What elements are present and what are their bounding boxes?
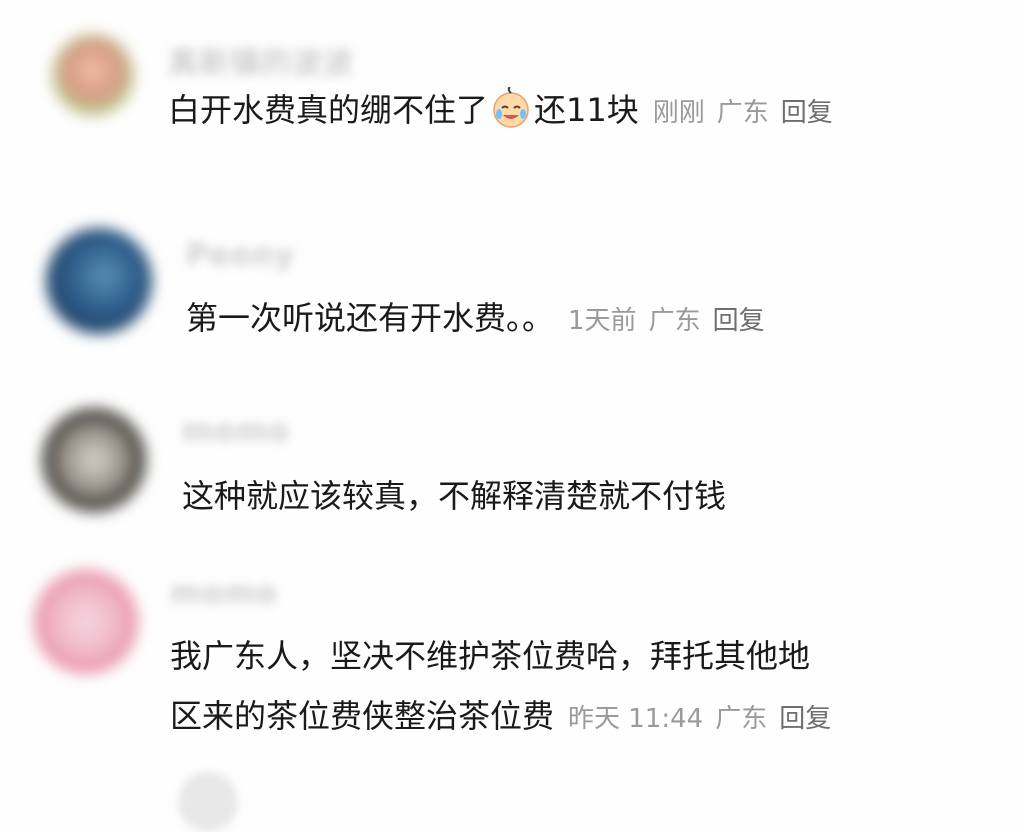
reply-button[interactable]: 回复 bbox=[781, 98, 833, 128]
comment-time: 1天前 bbox=[568, 306, 637, 336]
comment-location: 广东 bbox=[716, 98, 769, 128]
avatar[interactable] bbox=[52, 34, 134, 116]
comment-text: 第一次听说还有开水费。。 1天前 广东 回复 bbox=[186, 292, 777, 347]
comment-time: 昨天 11:44 bbox=[568, 704, 704, 734]
reply-button[interactable]: 回复 bbox=[779, 704, 831, 734]
comment-location: 广东 bbox=[648, 306, 701, 336]
reply-button[interactable]: 回复 bbox=[713, 306, 765, 336]
comment-text: 白开水费真的绷不住了 还11块 刚刚 广东 回复 bbox=[168, 84, 845, 144]
avatar[interactable] bbox=[42, 408, 146, 512]
comment-text-part: 第一次听说还有开水费。。 bbox=[186, 299, 555, 337]
avatar[interactable] bbox=[46, 228, 152, 334]
comment-item: Peony 第一次听说还有开水费。。 1天前 广东 回复 bbox=[0, 190, 1024, 390]
username[interactable]: 真新镇的波波 bbox=[168, 38, 354, 82]
crying-laughing-face-icon bbox=[490, 86, 532, 144]
comment-meta: 1天前 广东 回复 bbox=[568, 306, 777, 336]
comment-text-part: 区来的茶位费侠整治茶位费 bbox=[170, 697, 555, 735]
avatar[interactable] bbox=[34, 570, 138, 674]
comment-meta: 刚刚 广东 回复 bbox=[653, 98, 845, 128]
username[interactable]: momo bbox=[170, 576, 278, 611]
comment-text-part: 还11块 bbox=[534, 91, 639, 129]
comment-text-part: 白开水费真的绷不住了 bbox=[168, 91, 489, 129]
username[interactable]: Peony bbox=[186, 238, 295, 273]
comment-item: momo 这种就应该较真，不解释清楚就不付钱 bbox=[0, 390, 1024, 560]
comment-text-part: 这种就应该较真，不解释清楚就不付钱 bbox=[182, 477, 727, 515]
comment-time: 刚刚 bbox=[652, 98, 705, 128]
comment-meta: 昨天 11:44 广东 回复 bbox=[568, 704, 843, 734]
comment-location: 广东 bbox=[715, 704, 768, 734]
comment-text: 我广东人，坚决不维护茶位费哈，拜托其他地 区来的茶位费侠整治茶位费 昨天 11:4… bbox=[170, 630, 843, 745]
username[interactable]: momo bbox=[182, 414, 290, 449]
comment-item: 真新镇的波波 白开水费真的绷不住了 还11块 刚刚 广东 回复 bbox=[0, 0, 1024, 190]
comment-text: 这种就应该较真，不解释清楚就不付钱 bbox=[182, 470, 726, 522]
comment-text-line: 区来的茶位费侠整治茶位费 昨天 11:44 广东 回复 bbox=[170, 690, 843, 745]
comment-item: momo 我广东人，坚决不维护茶位费哈，拜托其他地 区来的茶位费侠整治茶位费 昨天… bbox=[0, 560, 1024, 782]
avatar[interactable] bbox=[178, 772, 238, 832]
comment-text-line: 我广东人，坚决不维护茶位费哈，拜托其他地 bbox=[170, 637, 811, 675]
